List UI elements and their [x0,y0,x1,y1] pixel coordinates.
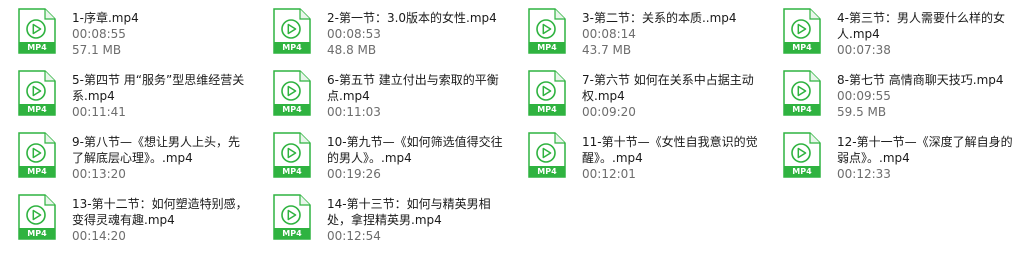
file-type-badge: MP4 [282,105,302,114]
file-item[interactable]: MP4 4-第三节：男人需要什么样的女人.mp4 00:07:38 [765,8,1015,66]
file-type-badge: MP4 [282,167,302,176]
file-item[interactable]: MP4 10-第九节—《如何筛选值得交往的男人》。.mp4 00:19:26 [255,132,505,190]
file-type-badge: MP4 [27,167,47,176]
file-duration: 00:09:55 [837,89,891,103]
mp4-file-icon: MP4 [18,8,56,54]
mp4-file-icon: MP4 [273,70,311,116]
file-item[interactable]: MP4 6-第五节 建立付出与索取的平衡点.mp4 00:11:03 [255,70,505,128]
file-name: 12-第十一节—《深度了解自身的弱点》。.mp4 [837,135,1013,165]
file-item[interactable]: MP4 14-第十三节：如何与精英男相处，拿捏精英男.mp4 00:12:54 [255,194,505,252]
file-type-badge: MP4 [792,167,812,176]
file-duration: 00:08:53 [327,27,381,41]
file-item[interactable]: MP4 3-第二节：关系的本质..mp4 00:08:14 43.7 MB [510,8,760,66]
file-name: 3-第二节：关系的本质..mp4 [582,11,737,25]
file-type-badge: MP4 [282,229,302,238]
file-size: 48.8 MB [327,43,377,57]
file-item[interactable]: MP4 5-第四节 用“服务”型思维经营关系.mp4 00:11:41 [0,70,250,128]
mp4-file-icon: MP4 [783,8,821,54]
mp4-file-icon: MP4 [273,132,311,178]
file-duration: 00:11:41 [72,105,126,119]
file-type-badge: MP4 [27,229,47,238]
mp4-file-icon: MP4 [18,194,56,240]
mp4-file-icon: MP4 [18,132,56,178]
file-grid: MP4 1-序章.mp4 00:08:55 57.1 MB MP4 2-第一节：3.0版… [0,0,1021,259]
file-item[interactable]: MP4 11-第十节—《女性自我意识的觉醒》。.mp4 00:12:01 [510,132,760,190]
file-name: 8-第七节 高情商聊天技巧.mp4 [837,73,1004,87]
file-item[interactable]: MP4 7-第六节 如何在关系中占据主动权.mp4 00:09:20 [510,70,760,128]
file-duration: 00:08:55 [72,27,126,41]
file-size: 59.5 MB [837,105,887,119]
file-type-badge: MP4 [537,167,557,176]
file-item[interactable]: MP4 9-第八节—《想让男人上头，先了解底层心理》。.mp4 00:13:20 [0,132,250,190]
mp4-file-icon: MP4 [273,194,311,240]
file-duration: 00:08:14 [582,27,636,41]
file-type-badge: MP4 [537,105,557,114]
file-duration: 00:12:54 [327,229,381,243]
file-type-badge: MP4 [792,105,812,114]
mp4-file-icon: MP4 [783,70,821,116]
file-name: 6-第五节 建立付出与索取的平衡点.mp4 [327,73,499,103]
file-type-badge: MP4 [537,43,557,52]
file-name: 7-第六节 如何在关系中占据主动权.mp4 [582,73,754,103]
file-item[interactable]: MP4 1-序章.mp4 00:08:55 57.1 MB [0,8,250,66]
file-duration: 00:19:26 [327,167,381,181]
mp4-file-icon: MP4 [18,70,56,116]
file-type-badge: MP4 [27,105,47,114]
mp4-file-icon: MP4 [528,70,566,116]
file-item[interactable]: MP4 8-第七节 高情商聊天技巧.mp4 00:09:55 59.5 MB [765,70,1015,128]
file-name: 13-第十二节：如何塑造特别感，变得灵魂有趣.mp4 [72,197,248,227]
mp4-file-icon: MP4 [273,8,311,54]
file-name: 9-第八节—《想让男人上头，先了解底层心理》。.mp4 [72,135,240,165]
file-item[interactable]: MP4 2-第一节：3.0版本的女性.mp4 00:08:53 48.8 MB [255,8,505,66]
file-name: 4-第三节：男人需要什么样的女人.mp4 [837,11,1005,41]
file-item[interactable]: MP4 12-第十一节—《深度了解自身的弱点》。.mp4 00:12:33 [765,132,1015,190]
file-duration: 00:14:20 [72,229,126,243]
file-duration: 00:12:33 [837,167,891,181]
file-duration: 00:11:03 [327,105,381,119]
file-name: 10-第九节—《如何筛选值得交往的男人》。.mp4 [327,135,503,165]
file-duration: 00:12:01 [582,167,636,181]
file-name: 5-第四节 用“服务”型思维经营关系.mp4 [72,73,245,103]
mp4-file-icon: MP4 [528,8,566,54]
file-duration: 00:07:38 [837,43,891,57]
file-size: 57.1 MB [72,43,122,57]
file-name: 2-第一节：3.0版本的女性.mp4 [327,11,497,25]
file-item[interactable]: MP4 13-第十二节：如何塑造特别感，变得灵魂有趣.mp4 00:14:20 [0,194,250,252]
file-type-badge: MP4 [27,43,47,52]
mp4-file-icon: MP4 [528,132,566,178]
file-duration: 00:13:20 [72,167,126,181]
file-type-badge: MP4 [792,43,812,52]
file-name: 11-第十节—《女性自我意识的觉醒》。.mp4 [582,135,758,165]
mp4-file-icon: MP4 [783,132,821,178]
file-size: 43.7 MB [582,43,632,57]
file-duration: 00:09:20 [582,105,636,119]
file-name: 1-序章.mp4 [72,11,139,25]
file-name: 14-第十三节：如何与精英男相处，拿捏精英男.mp4 [327,197,491,227]
file-type-badge: MP4 [282,43,302,52]
